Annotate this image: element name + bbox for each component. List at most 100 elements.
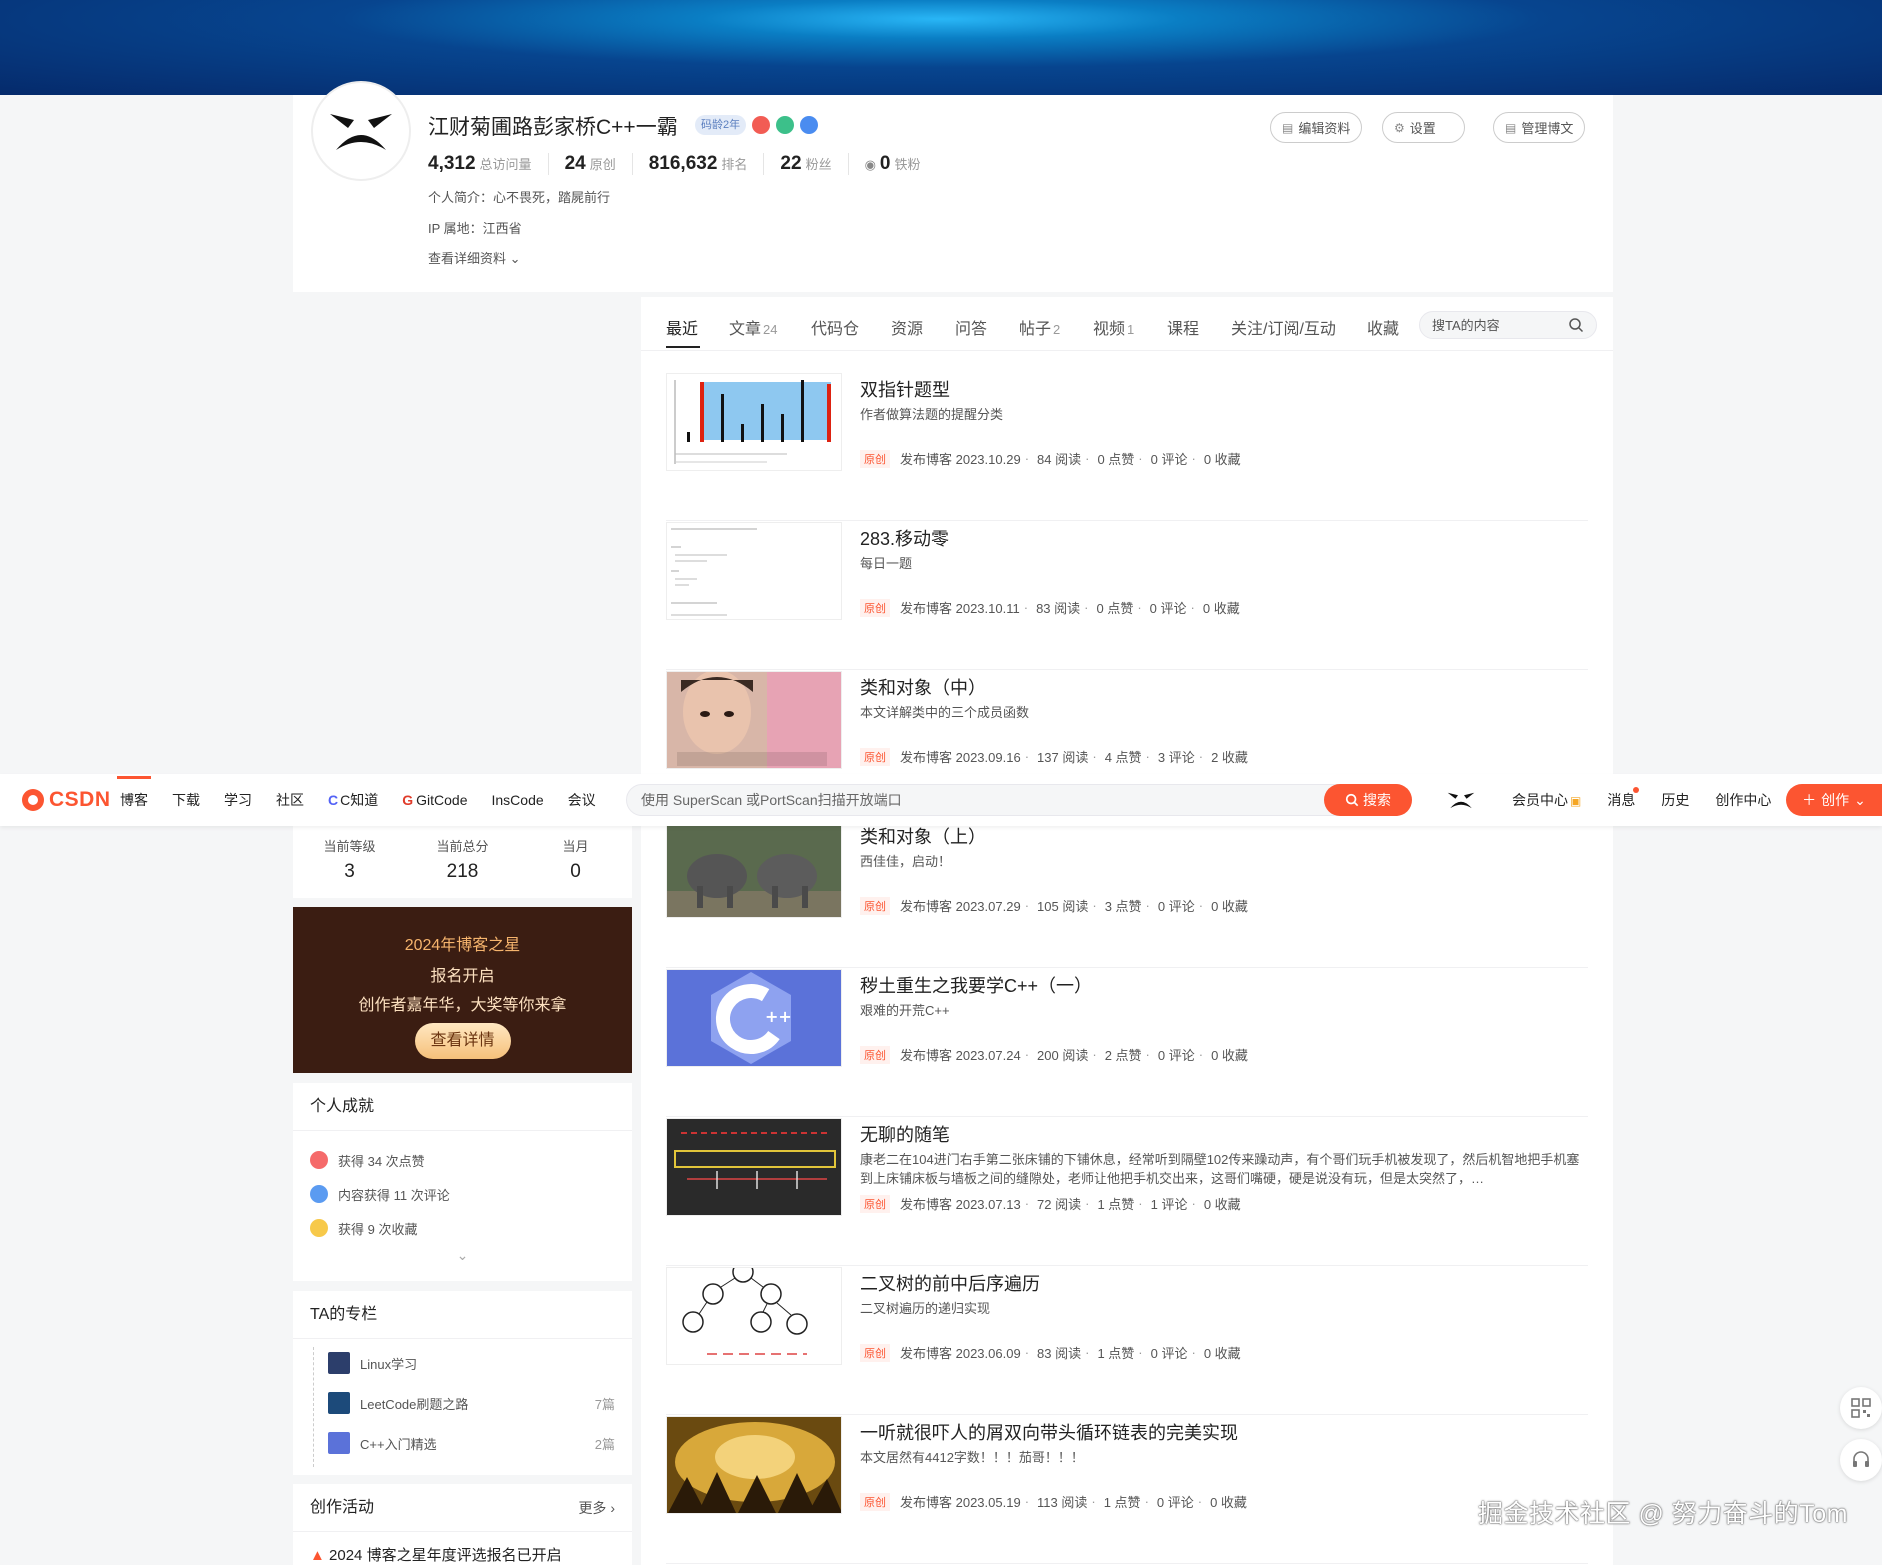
nav-download[interactable]: 下载	[172, 790, 200, 810]
community-badge-icon[interactable]	[776, 116, 795, 134]
stat-iron-fans[interactable]: ◉ 0 铁粉	[847, 153, 937, 175]
article-desc: 二叉树遍历的递归实现	[860, 1301, 991, 1316]
blog-star-promo[interactable]: 2024年博客之星 报名开启 创作者嘉年华，大奖等你来拿 查看详情	[293, 907, 632, 1073]
article-title[interactable]: 一听就很吓人的屑双向带头循环链表的完美实现	[860, 1419, 1238, 1445]
nav-learn[interactable]: 学习	[224, 790, 252, 810]
original-tag: 原创	[860, 1343, 890, 1362]
tab-videos[interactable]: 视频 1	[1093, 315, 1134, 339]
user-avatar[interactable]	[1446, 788, 1476, 812]
profile-ip: IP 属地：江西省	[428, 221, 522, 236]
achievement-badge-icon[interactable]	[752, 116, 771, 134]
csdn-logo-icon	[22, 789, 44, 811]
article-thumbnail[interactable]	[666, 373, 842, 471]
chevron-down-icon: ⌄	[506, 251, 521, 266]
article-item[interactable]: 类和对象（上） 西佳佳，启动！ 原创 发布博客 2023.07.29 · 105 …	[666, 820, 1588, 968]
content-search-input[interactable]	[1432, 312, 1562, 338]
original-tag: 原创	[860, 747, 890, 766]
global-search-input[interactable]	[641, 785, 1201, 815]
article-thumbnail[interactable]	[666, 671, 842, 769]
article-thumbnail[interactable]	[666, 1118, 842, 1216]
tab-favorites[interactable]: 收藏	[1367, 315, 1401, 339]
plus-icon: ＋	[1802, 792, 1817, 808]
gitcode-icon: G	[402, 792, 414, 808]
tab-courses[interactable]: 课程	[1167, 315, 1201, 339]
tab-follow[interactable]: 关注/订阅/互动	[1231, 315, 1338, 339]
level-this-month: 当月 0	[562, 839, 589, 882]
tab-posts[interactable]: 帖子 2	[1019, 315, 1060, 339]
create-button[interactable]: ＋创作 ⌄	[1786, 784, 1882, 816]
edit-icon: ▤	[1282, 120, 1294, 135]
promo-details-button[interactable]: 查看详情	[414, 1023, 511, 1059]
article-title[interactable]: 二叉树的前中后序遍历	[860, 1270, 1040, 1296]
nav-history[interactable]: 历史	[1661, 790, 1689, 810]
article-item[interactable]: 二叉树的前中后序遍历 二叉树遍历的递归实现 原创 发布博客 2023.06.09…	[666, 1267, 1588, 1415]
article-thumbnail[interactable]	[666, 820, 842, 918]
nav-inscode[interactable]: InsCode	[492, 792, 544, 808]
article-thumbnail[interactable]	[666, 522, 842, 620]
column-item[interactable]: C++入门精选 2篇	[293, 1423, 632, 1463]
tab-qa[interactable]: 问答	[955, 315, 989, 339]
columns-title: TA的专栏	[293, 1291, 632, 1339]
content-search[interactable]	[1419, 311, 1597, 339]
nav-c-zhidao[interactable]: C C知道	[328, 790, 378, 810]
activity-item[interactable]: ▲ 2024 博客之星年度评选报名已开启	[293, 1532, 632, 1565]
expand-chevron-icon[interactable]: ⌄	[293, 1247, 632, 1264]
global-search[interactable]: 搜索	[626, 784, 1412, 816]
article-title[interactable]: 秽土重生之我要学C++（一）	[860, 972, 1092, 998]
article-meta: 原创 发布博客 2023.06.09 · 83 阅读 · 1 点赞 · 0 评论 · 0…	[860, 1343, 1245, 1362]
search-button[interactable]: 搜索	[1324, 784, 1412, 816]
manage-posts-button[interactable]: ▤ 管理博文	[1493, 112, 1586, 143]
article-title[interactable]: 类和对象（上）	[860, 823, 986, 849]
article-desc: 本文居然有4412字数！！！茄哥！！！	[860, 1450, 1084, 1465]
stat-fans[interactable]: 22 粉丝	[763, 153, 847, 175]
customer-service-button[interactable]	[1840, 1439, 1882, 1481]
article-title[interactable]: 类和对象（中）	[860, 674, 986, 700]
article-title[interactable]: 无聊的随笔	[860, 1121, 950, 1147]
column-item[interactable]: Linux学习	[293, 1343, 632, 1383]
avatar[interactable]	[311, 81, 411, 181]
stat-original: 24 原创	[547, 153, 632, 175]
search-icon[interactable]	[1568, 317, 1584, 333]
profile-detail-link[interactable]: 查看详细资料 ⌄	[428, 248, 521, 267]
tab-code-repo[interactable]: 代码仓	[811, 315, 861, 339]
nav-gitcode[interactable]: G GitCode	[402, 792, 467, 808]
article-desc: 艰难的开荒C++	[860, 1003, 950, 1018]
article-item[interactable]: 双指针题型 作者做算法题的提醒分类 原创 发布博客 2023.10.29 · 84…	[666, 373, 1588, 521]
favorite-badge-icon	[310, 1219, 328, 1237]
nav-messages[interactable]: 消息	[1607, 787, 1640, 810]
notification-dot	[1633, 787, 1640, 793]
qrcode-button[interactable]	[1840, 1387, 1882, 1429]
column-item[interactable]: LeetCode刷题之路 7篇	[293, 1383, 632, 1423]
nav-creator-center[interactable]: 创作中心	[1715, 790, 1771, 810]
article-thumbnail[interactable]	[666, 1416, 842, 1514]
document-icon: ▤	[1505, 120, 1517, 135]
article-item[interactable]: 一听就很吓人的屑双向带头循环链表的完美实现 本文居然有4412字数！！！茄哥！！…	[666, 1416, 1588, 1564]
article-title[interactable]: 283.移动零	[860, 525, 949, 551]
tab-resources[interactable]: 资源	[891, 315, 925, 339]
column-thumbnail	[328, 1392, 350, 1414]
achievements-card: 个人成就 获得 34 次点赞 内容获得 11 次评论 获得 9 次收藏 ⌄	[293, 1083, 632, 1281]
verified-badge-icon[interactable]	[800, 116, 819, 134]
article-title[interactable]: 双指针题型	[860, 376, 950, 402]
code-age-badge[interactable]: 码龄2年	[695, 115, 747, 135]
achievement-likes: 获得 34 次点赞	[293, 1143, 632, 1177]
article-item[interactable]: 283.移动零 每日一题 原创 发布博客 2023.10.11 · 83 阅读 · …	[666, 522, 1588, 670]
nav-blog[interactable]: 博客	[117, 776, 151, 810]
original-tag: 原创	[860, 1045, 890, 1064]
nav-meeting[interactable]: 会议	[568, 790, 596, 810]
tab-recent[interactable]: 最近	[666, 315, 701, 348]
activities-more-link[interactable]: 更多 ›	[578, 1484, 615, 1532]
article-meta: 原创 发布博客 2023.10.29 · 84 阅读 · 0 点赞 · 0 评论 · 0…	[860, 449, 1245, 468]
article-meta: 原创 发布博客 2023.10.11 · 83 阅读 · 0 点赞 · 0 评论 · 0…	[860, 598, 1244, 617]
settings-button[interactable]: ⚙ 设置	[1382, 112, 1465, 143]
nav-vip-center[interactable]: 会员中心 ▣	[1512, 790, 1581, 810]
nav-community[interactable]: 社区	[276, 790, 304, 810]
level-card: 当前等级 3 当前总分 218 当月 0	[293, 826, 632, 898]
edit-profile-button[interactable]: ▤ 编辑资料	[1270, 112, 1363, 143]
csdn-logo[interactable]: CSDN	[22, 788, 111, 812]
article-thumbnail[interactable]: ++	[666, 969, 842, 1067]
article-item[interactable]: ++ 秽土重生之我要学C++（一） 艰难的开荒C++ 原创 发布博客 2023.…	[666, 969, 1588, 1117]
article-thumbnail[interactable]	[666, 1267, 842, 1365]
article-item[interactable]: 无聊的随笔 康老二在104进门右手第二张床铺的下铺休息，经常听到隔壁102传来躁…	[666, 1118, 1588, 1266]
tab-articles[interactable]: 文章 24	[729, 315, 777, 339]
